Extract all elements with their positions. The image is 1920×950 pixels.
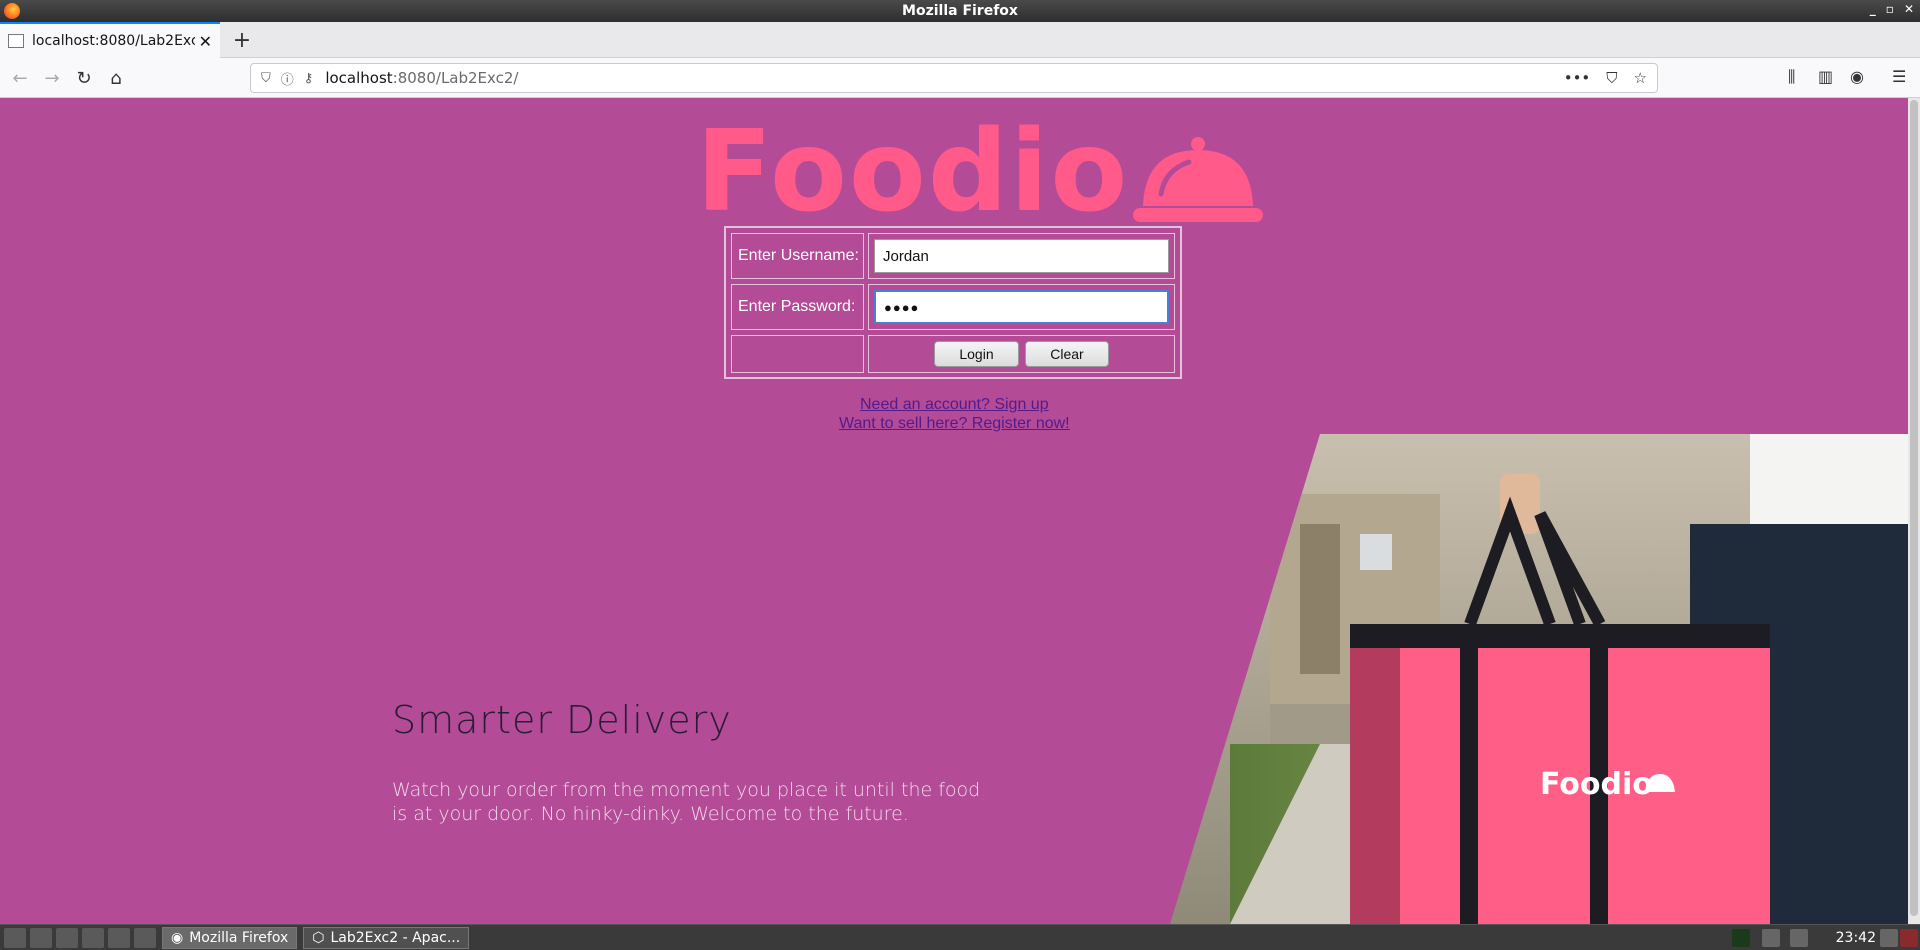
pocket-icon[interactable]: ⛉: [1606, 69, 1617, 87]
username-label-text: Enter Username:: [738, 247, 859, 264]
clipboard-icon[interactable]: [1790, 929, 1808, 947]
signup-link[interactable]: Need an account? Sign up: [860, 396, 1049, 414]
url-actions: ••• ⛉ ☆: [1564, 69, 1647, 87]
os-taskbar: ◉ Mozilla Firefox ⬡ Lab2Exc2 - Apac... 2…: [0, 924, 1920, 950]
window-titlebar: Mozilla Firefox _ ▫ ✕: [0, 0, 1920, 22]
bookmark-star-icon[interactable]: ☆: [1634, 69, 1647, 87]
username-label: Enter Username:: [731, 233, 864, 279]
workspace-icon[interactable]: [134, 927, 156, 948]
hero-text: Watch your order from the moment you pla…: [392, 779, 981, 825]
task-lab2exc2-label: Lab2Exc2 - Apac...: [330, 929, 461, 946]
key-icon[interactable]: ⚷: [304, 71, 314, 86]
info-icon[interactable]: ⓘ: [281, 69, 294, 88]
shield-icon[interactable]: ⛉: [261, 71, 271, 86]
start-menu-icon[interactable]: [4, 927, 26, 948]
nav-bar: ← → ↻ ⌂ ⛉ ⓘ ⚷ localhost :8080/Lab2Exc2/ …: [0, 58, 1920, 98]
page-content: Foodio Enter Username: Jordan Enter Pass…: [0, 98, 1908, 924]
password-value: ●●●●: [884, 299, 920, 315]
username-value: Jordan: [883, 247, 929, 265]
task-firefox[interactable]: ◉ Mozilla Firefox: [162, 926, 298, 949]
files-launcher-icon[interactable]: [82, 927, 104, 948]
login-button[interactable]: Login: [934, 341, 1019, 367]
forward-button[interactable]: →: [38, 64, 66, 92]
login-form: Enter Username: Jordan Enter Password: ●…: [724, 226, 1182, 379]
password-label-text: Enter Password:: [738, 298, 856, 315]
delivery-photo: Foodio: [1170, 434, 1908, 924]
library-icon[interactable]: ⫼: [1788, 67, 1795, 87]
network-icon[interactable]: [1762, 929, 1780, 947]
minimize-icon[interactable]: _: [1870, 2, 1876, 16]
close-tab-icon[interactable]: ✕: [199, 32, 212, 51]
firefox-task-icon: ◉: [171, 929, 184, 946]
show-desktop-icon[interactable]: [30, 927, 52, 948]
buttons-cell: Login Clear: [868, 335, 1175, 373]
foodio-logo: Foodio: [696, 107, 1264, 237]
password-label: Enter Password:: [731, 284, 864, 330]
home-button[interactable]: ⌂: [102, 64, 130, 92]
username-cell: Jordan: [868, 233, 1175, 279]
url-host: localhost: [325, 69, 393, 87]
page-scrollbar[interactable]: [1908, 98, 1920, 924]
password-input[interactable]: ●●●●: [874, 290, 1169, 324]
back-button[interactable]: ←: [6, 64, 34, 92]
window-controls: _ ▫ ✕: [1870, 2, 1914, 16]
cpu-monitor-icon: [1732, 929, 1750, 947]
tab-strip: localhost:8080/Lab2Exc2 ✕ +: [0, 22, 1920, 58]
bag-logo-text: Foodio: [1540, 767, 1653, 802]
browser-launcher-icon[interactable]: [56, 927, 78, 948]
page-actions-icon[interactable]: •••: [1564, 69, 1591, 87]
logo-text: Foodio: [696, 107, 1130, 237]
register-link[interactable]: Want to sell here? Register now!: [839, 415, 1070, 433]
display-icon[interactable]: [1880, 929, 1898, 947]
url-path: :8080/Lab2Exc2/: [392, 69, 519, 87]
password-cell: ●●●●: [868, 284, 1175, 330]
power-icon[interactable]: [1900, 929, 1918, 947]
reload-button[interactable]: ↻: [70, 64, 98, 92]
clock[interactable]: 23:42: [1836, 930, 1876, 946]
task-lab2exc2[interactable]: ⬡ Lab2Exc2 - Apac...: [303, 926, 470, 949]
close-icon[interactable]: ✕: [1904, 2, 1914, 16]
username-input[interactable]: Jordan: [874, 239, 1169, 273]
firefox-icon: [4, 3, 20, 19]
clear-button[interactable]: Clear: [1025, 341, 1109, 367]
scrollbar-thumb[interactable]: [1910, 100, 1918, 916]
window-title: Mozilla Firefox: [902, 3, 1018, 19]
hero-title: Smarter Delivery: [392, 698, 732, 742]
tab-lab2exc2[interactable]: localhost:8080/Lab2Exc2 ✕: [0, 22, 220, 58]
url-bar[interactable]: ⛉ ⓘ ⚷ localhost :8080/Lab2Exc2/ ••• ⛉ ☆: [250, 63, 1658, 93]
tab-title: localhost:8080/Lab2Exc2: [32, 33, 195, 49]
account-icon[interactable]: ◉: [1850, 67, 1864, 86]
cloche-icon: [1133, 137, 1264, 222]
empty-cell: [731, 335, 864, 373]
app-task-icon: ⬡: [312, 929, 325, 946]
sidebar-icon[interactable]: ▥: [1818, 67, 1833, 86]
maximize-icon[interactable]: ▫: [1886, 2, 1894, 16]
page-icon: [8, 34, 24, 48]
firefox-launcher-icon[interactable]: [108, 927, 130, 948]
menu-icon[interactable]: ☰: [1892, 67, 1906, 86]
new-tab-button[interactable]: +: [228, 26, 256, 54]
task-firefox-label: Mozilla Firefox: [189, 929, 289, 946]
